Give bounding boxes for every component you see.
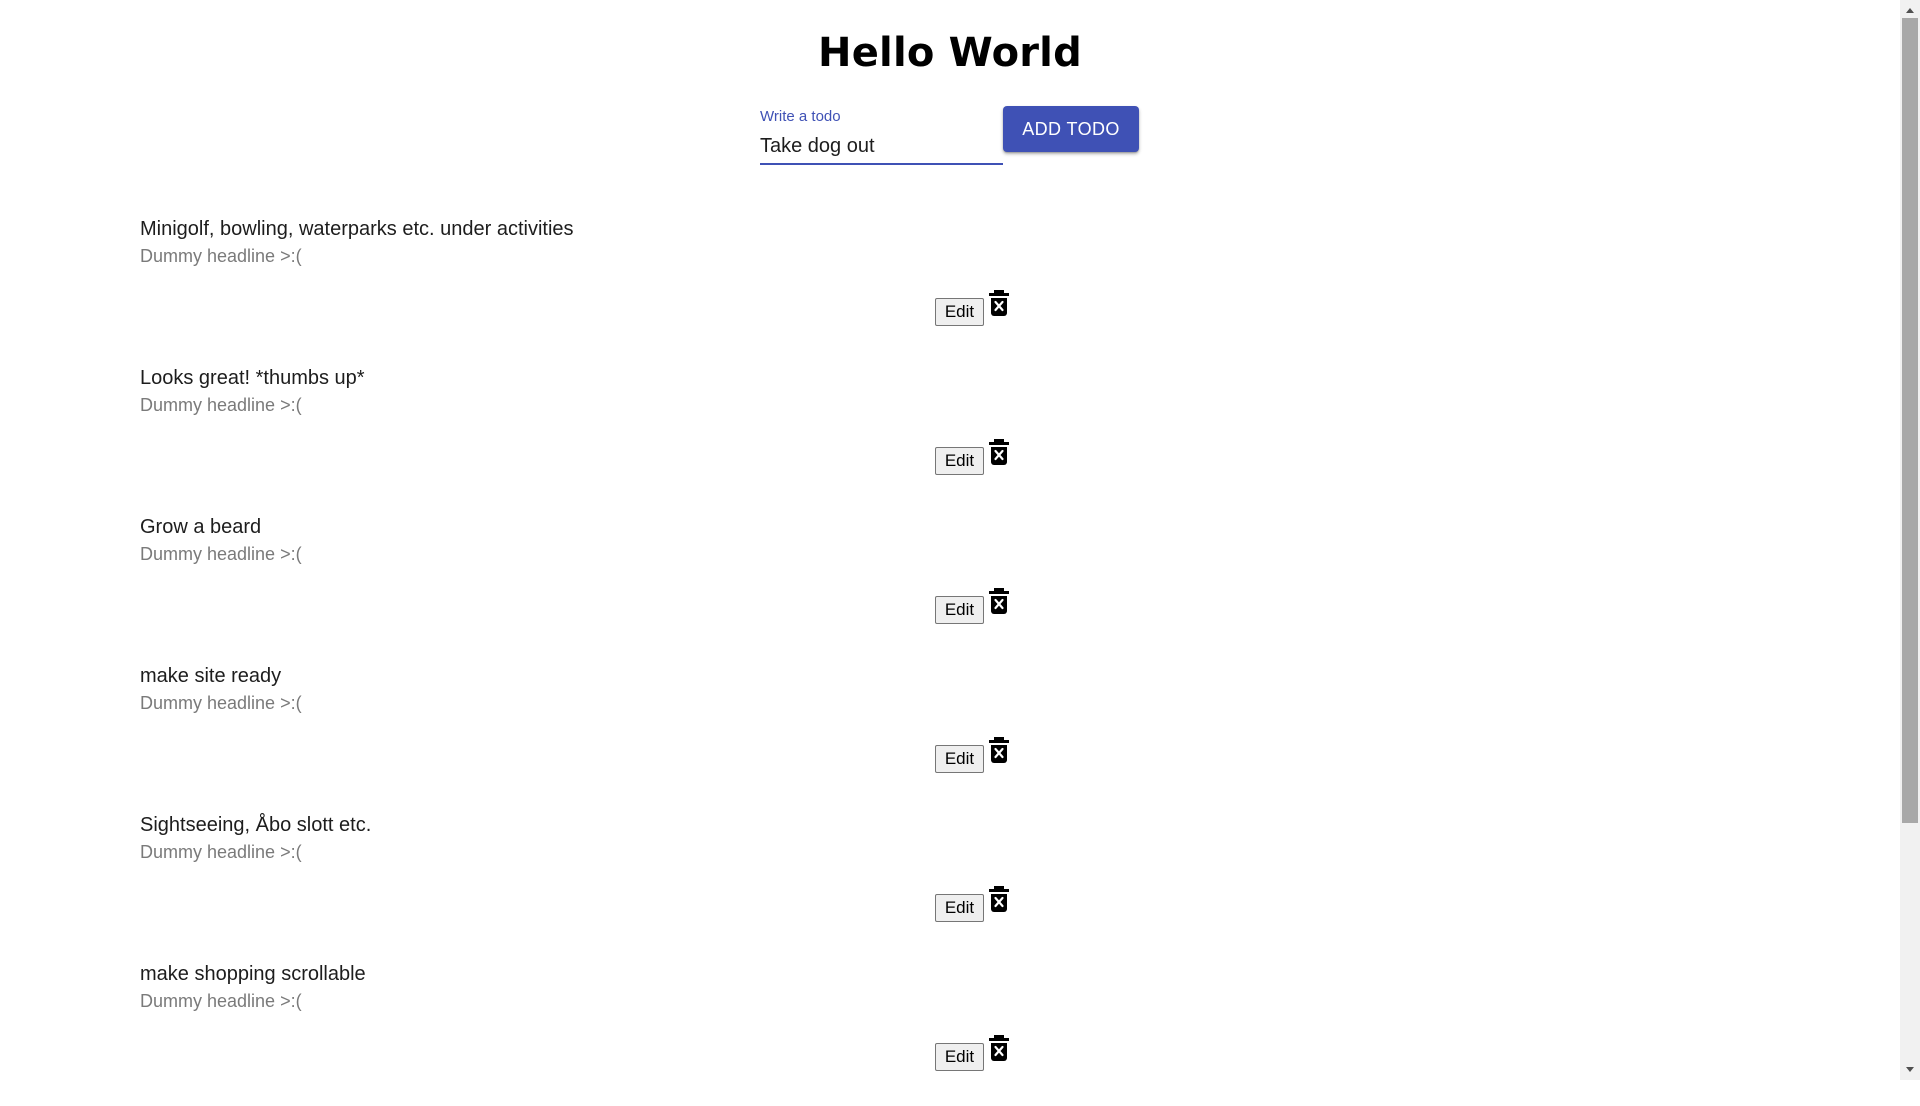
edit-button[interactable]: Edit [935, 596, 984, 624]
todo-text-field[interactable]: Write a todo [760, 106, 1003, 166]
list-item: make site ready Dummy headline >:( Edit [140, 659, 1840, 808]
edit-button[interactable]: Edit [935, 1043, 984, 1071]
todo-title: Looks great! *thumbs up* [140, 367, 365, 389]
delete-forever-icon[interactable] [989, 290, 1009, 316]
delete-forever-icon[interactable] [989, 737, 1009, 763]
todo-input[interactable] [760, 130, 1003, 162]
list-item: Sightseeing, Åbo slott etc. Dummy headli… [140, 808, 1840, 957]
list-item: Grow a beard Dummy headline >:( Edit [140, 510, 1840, 659]
list-item: Minigolf, bowling, waterparks etc. under… [140, 212, 1840, 361]
add-todo-button[interactable]: ADD TODO [1003, 106, 1139, 152]
todo-field-underline [760, 163, 1003, 165]
edit-button[interactable]: Edit [935, 447, 984, 475]
todo-title: make site ready [140, 665, 282, 687]
vertical-scrollbar[interactable] [1900, 0, 1920, 1080]
delete-forever-icon[interactable] [989, 886, 1009, 912]
todo-subtitle: Dummy headline >:( [140, 246, 302, 266]
todo-subtitle: Dummy headline >:( [140, 395, 302, 415]
scroll-up-arrow-icon[interactable] [1900, 2, 1920, 18]
todo-title: Sightseeing, Åbo slott etc. [140, 814, 372, 836]
edit-button[interactable]: Edit [935, 894, 984, 922]
delete-forever-icon[interactable] [989, 1035, 1009, 1061]
todo-subtitle: Dummy headline >:( [140, 842, 302, 862]
todo-field-label: Write a todo [760, 108, 841, 125]
list-item: make shopping scrollable Dummy headline … [140, 957, 1840, 1106]
todo-subtitle: Dummy headline >:( [140, 544, 302, 564]
list-item: Looks great! *thumbs up* Dummy headline … [140, 361, 1840, 510]
todo-subtitle: Dummy headline >:( [140, 991, 302, 1011]
edit-button[interactable]: Edit [935, 298, 984, 326]
delete-forever-icon[interactable] [989, 588, 1009, 614]
scrollbar-thumb[interactable] [1902, 18, 1918, 823]
todo-list: Minigolf, bowling, waterparks etc. under… [140, 212, 1840, 1106]
scroll-down-arrow-icon[interactable] [1900, 1062, 1920, 1078]
todo-title: make shopping scrollable [140, 963, 366, 985]
edit-button[interactable]: Edit [935, 745, 984, 773]
delete-forever-icon[interactable] [989, 439, 1009, 465]
page: Hello World Write a todo ADD TODO Minigo… [0, 0, 1900, 1080]
page-title: Hello World [818, 30, 1082, 76]
todo-title: Minigolf, bowling, waterparks etc. under… [140, 218, 574, 240]
todo-subtitle: Dummy headline >:( [140, 693, 302, 713]
todo-title: Grow a beard [140, 516, 262, 538]
